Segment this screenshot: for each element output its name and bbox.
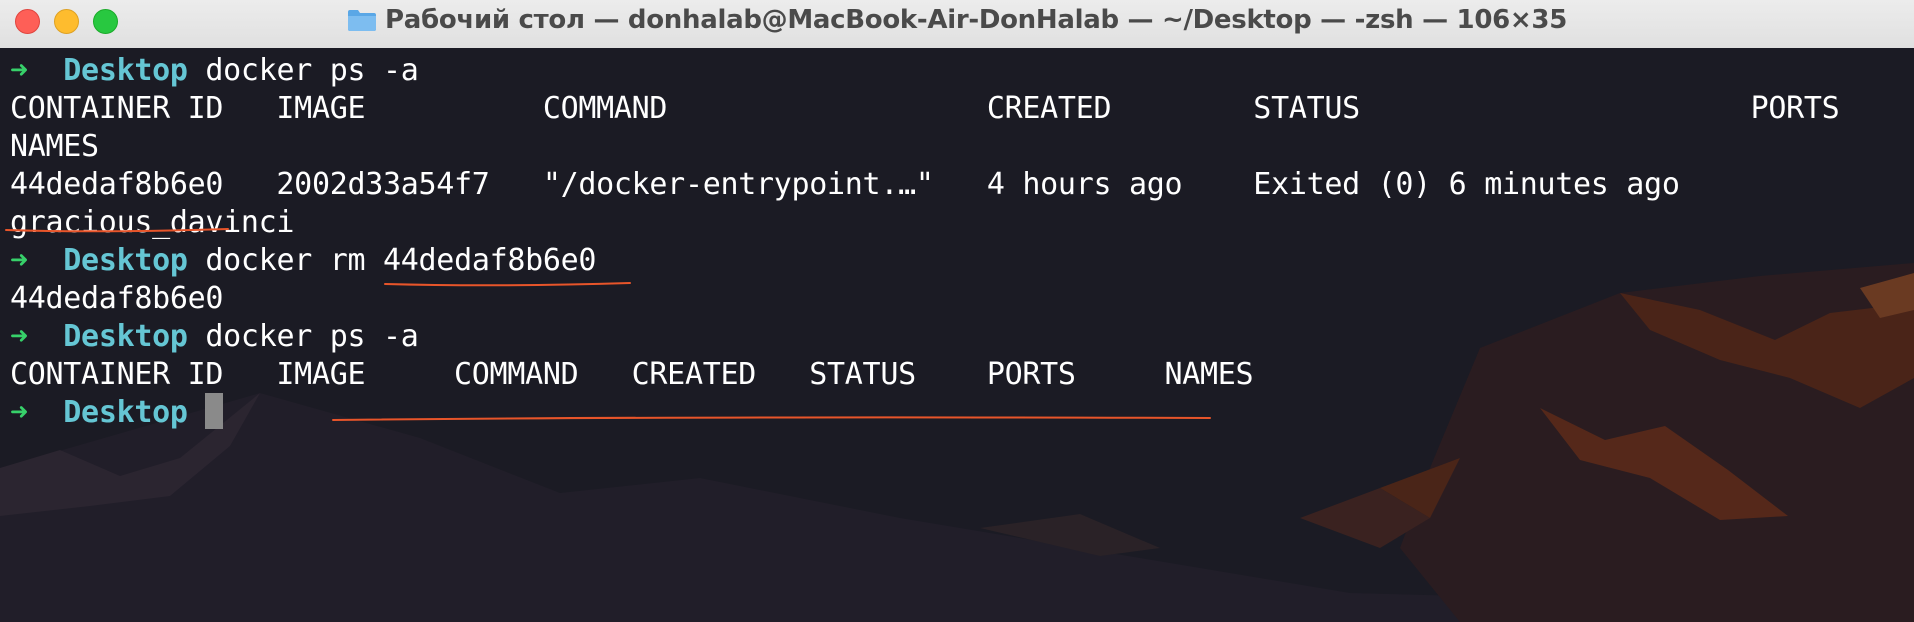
prompt-line: ➜ Desktop docker ps -a — [10, 52, 1839, 90]
command-text: docker rm 44dedaf8b6e0 — [205, 243, 597, 278]
prompt-arrow-icon: ➜ — [10, 243, 28, 278]
output-line: 44dedaf8b6e0 2002d33a54f7 "/docker-entry… — [10, 167, 1680, 202]
terminal-output: ➜ Desktop docker ps -a CONTAINER ID IMAG… — [10, 52, 1840, 432]
prompt-line: ➜ Desktop docker ps -a — [10, 318, 1839, 356]
prompt-line: ➜ Desktop docker rm 44dedaf8b6e0 — [10, 242, 1839, 280]
output-line: CONTAINER ID IMAGE COMMAND CREATED STATU… — [10, 357, 1254, 392]
prompt-directory: Desktop — [63, 395, 188, 430]
title-bar[interactable]: Рабочий стол — donhalab@MacBook-Air-DonH… — [0, 0, 1914, 49]
output-line: CONTAINER ID IMAGE COMMAND CREATED STATU… — [10, 91, 1840, 126]
folder-icon — [347, 10, 376, 31]
prompt-line[interactable]: ➜ Desktop — [10, 392, 1839, 432]
window-title: Рабочий стол — donhalab@MacBook-Air-DonH… — [384, 5, 1567, 35]
prompt-arrow-icon: ➜ — [10, 395, 28, 430]
text-cursor[interactable] — [205, 392, 224, 429]
output-line: gracious_davinci — [10, 205, 295, 240]
prompt-directory: Desktop — [63, 319, 188, 354]
command-text: docker ps -a — [205, 53, 419, 88]
prompt-arrow-icon: ➜ — [10, 319, 28, 354]
terminal-window: Рабочий стол — donhalab@MacBook-Air-DonH… — [0, 0, 1914, 622]
command-text: docker ps -a — [205, 319, 419, 354]
window-title-group: Рабочий стол — donhalab@MacBook-Air-DonH… — [0, 0, 1914, 40]
terminal-content[interactable]: ➜ Desktop docker ps -a CONTAINER ID IMAG… — [0, 48, 1914, 622]
output-line: NAMES — [10, 129, 99, 164]
prompt-directory: Desktop — [63, 243, 188, 278]
prompt-arrow-icon: ➜ — [10, 53, 28, 88]
prompt-directory: Desktop — [63, 53, 188, 88]
output-line: 44dedaf8b6e0 — [10, 281, 224, 316]
